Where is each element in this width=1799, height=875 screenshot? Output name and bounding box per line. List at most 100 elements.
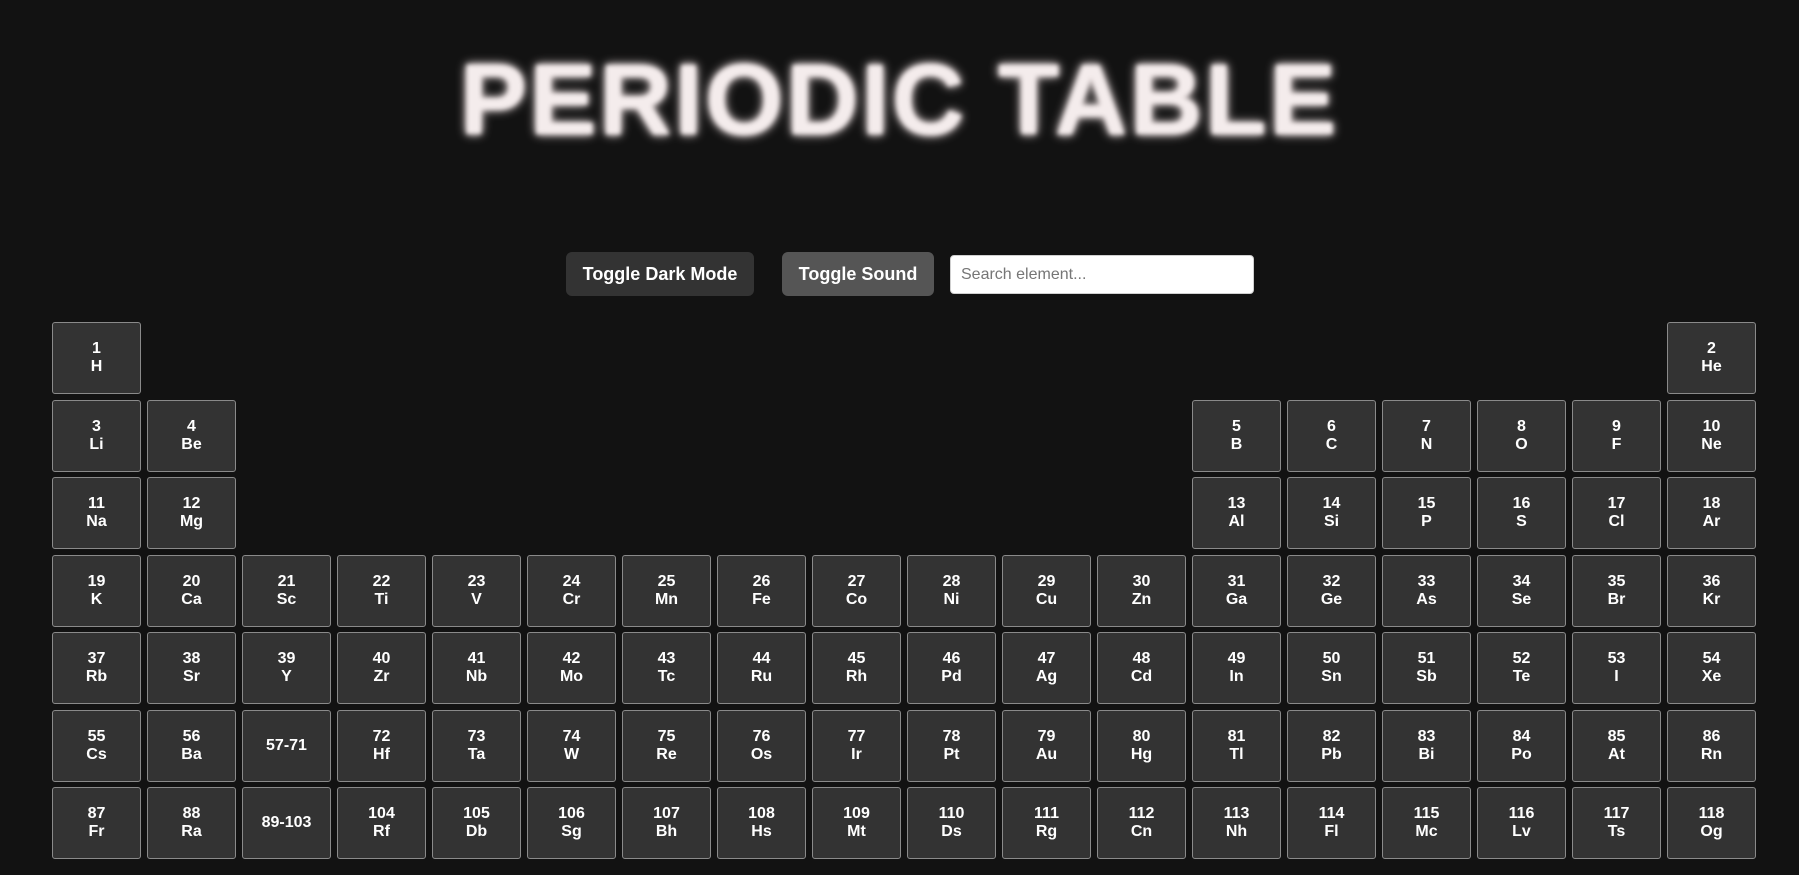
element-cell[interactable]: 82 Pb xyxy=(1287,709,1376,782)
element-cell[interactable]: 14 Si xyxy=(1287,477,1376,549)
element-cell[interactable]: 12 Mg xyxy=(147,477,236,549)
element-cell[interactable]: 18 Ar xyxy=(1667,477,1756,549)
element-cell[interactable]: 54 Xe xyxy=(1667,632,1756,704)
element-cell[interactable]: 78 Pt xyxy=(907,709,996,782)
element-cell[interactable]: 114 Fl xyxy=(1287,787,1376,859)
element-cell[interactable]: 109 Mt xyxy=(812,787,901,859)
element-cell[interactable]: 6C xyxy=(1287,399,1376,472)
element-cell[interactable]: 26 Fe xyxy=(717,554,806,627)
element-cell[interactable]: 7N xyxy=(1382,399,1471,472)
element-cell[interactable]: 105 Db xyxy=(432,787,521,859)
search-input[interactable] xyxy=(950,255,1254,294)
element-cell[interactable]: 43 Tc xyxy=(622,632,711,704)
element-cell[interactable]: 55 Cs xyxy=(52,709,141,782)
element-cell[interactable]: 84 Po xyxy=(1477,709,1566,782)
element-cell[interactable]: 24 Cr xyxy=(527,554,616,627)
element-cell[interactable]: 75 Re xyxy=(622,709,711,782)
element-cell[interactable]: 46 Pd xyxy=(907,632,996,704)
element-cell[interactable]: 117 Ts xyxy=(1572,787,1661,859)
element-number: 104 xyxy=(368,805,395,822)
element-cell[interactable]: 80 Hg xyxy=(1097,709,1186,782)
element-cell[interactable]: 27 Co xyxy=(812,554,901,627)
element-cell[interactable]: 89-103 xyxy=(242,787,331,859)
element-cell[interactable]: 81 Tl xyxy=(1192,709,1281,782)
element-cell[interactable]: 112 Cn xyxy=(1097,787,1186,859)
element-cell[interactable]: 48 Cd xyxy=(1097,632,1186,704)
element-cell[interactable]: 106 Sg xyxy=(527,787,616,859)
element-cell[interactable]: 53 I xyxy=(1572,632,1661,704)
element-cell[interactable]: 29 Cu xyxy=(1002,554,1091,627)
element-cell[interactable]: 39 Y xyxy=(242,632,331,704)
element-symbol: V xyxy=(471,590,482,608)
element-cell[interactable]: 72 Hf xyxy=(337,709,426,782)
element-cell[interactable]: 42 Mo xyxy=(527,632,616,704)
element-cell[interactable]: 2 He xyxy=(1667,322,1756,394)
element-cell[interactable]: 32 Ge xyxy=(1287,554,1376,627)
element-cell[interactable]: 23 V xyxy=(432,554,521,627)
element-cell[interactable]: 118 Og xyxy=(1667,787,1756,859)
element-cell[interactable]: 4 Be xyxy=(147,399,236,472)
element-symbol: Sn xyxy=(1321,668,1342,685)
element-cell[interactable]: 3 Li xyxy=(52,399,141,472)
element-cell[interactable]: 40 Zr xyxy=(337,632,426,704)
element-cell[interactable]: 111 Rg xyxy=(1002,787,1091,859)
element-cell[interactable]: 83 Bi xyxy=(1382,709,1471,782)
element-cell[interactable]: 9F xyxy=(1572,399,1661,472)
element-cell[interactable]: 21 Sc xyxy=(242,554,331,627)
element-cell[interactable]: 107 Bh xyxy=(622,787,711,859)
element-symbol: Re xyxy=(656,745,677,763)
element-cell[interactable]: 1H xyxy=(52,322,141,394)
element-cell[interactable]: 50 Sn xyxy=(1287,632,1376,704)
element-cell[interactable]: 88 Ra xyxy=(147,787,236,859)
element-cell[interactable]: 10 Ne xyxy=(1667,399,1756,472)
element-cell[interactable]: 5B xyxy=(1192,399,1281,472)
element-number: 80 xyxy=(1132,727,1151,745)
element-number: 107 xyxy=(653,805,680,822)
element-cell[interactable]: 87 Fr xyxy=(52,787,141,859)
element-cell[interactable]: 56 Ba xyxy=(147,709,236,782)
element-cell[interactable]: 77 Ir xyxy=(812,709,901,782)
element-cell[interactable]: 116 Lv xyxy=(1477,787,1566,859)
element-cell[interactable]: 19 K xyxy=(52,554,141,627)
element-cell[interactable]: 113 Nh xyxy=(1192,787,1281,859)
element-cell[interactable]: 38 Sr xyxy=(147,632,236,704)
element-cell[interactable]: 11 Na xyxy=(52,477,141,549)
element-cell[interactable]: 28 Ni xyxy=(907,554,996,627)
element-cell[interactable]: 115 Mc xyxy=(1382,787,1471,859)
element-cell[interactable]: 104 Rf xyxy=(337,787,426,859)
element-cell[interactable]: 52 Te xyxy=(1477,632,1566,704)
element-cell[interactable]: 51 Sb xyxy=(1382,632,1471,704)
element-cell[interactable]: 85 At xyxy=(1572,709,1661,782)
element-cell[interactable]: 110 Ds xyxy=(907,787,996,859)
element-symbol: H xyxy=(90,358,103,375)
element-cell[interactable]: 35 Br xyxy=(1572,554,1661,627)
element-cell[interactable]: 108 Hs xyxy=(717,787,806,859)
toggle-dark-mode-button[interactable]: Toggle Dark Mode xyxy=(566,252,754,296)
element-cell[interactable]: 16 S xyxy=(1477,477,1566,549)
element-cell[interactable]: 22 Ti xyxy=(337,554,426,627)
element-cell[interactable]: 31 Ga xyxy=(1192,554,1281,627)
toggle-sound-button[interactable]: Toggle Sound xyxy=(782,252,934,296)
element-cell[interactable]: 76 Os xyxy=(717,709,806,782)
element-cell[interactable]: 17 Cl xyxy=(1572,477,1661,549)
element-cell[interactable]: 20 Ca xyxy=(147,554,236,627)
element-cell[interactable]: 57-71 xyxy=(242,709,331,782)
element-cell[interactable]: 13 Al xyxy=(1192,477,1281,549)
element-cell[interactable]: 45 Rh xyxy=(812,632,901,704)
element-cell[interactable]: 73 Ta xyxy=(432,709,521,782)
element-cell[interactable]: 34 Se xyxy=(1477,554,1566,627)
element-cell[interactable]: 36 Kr xyxy=(1667,554,1756,627)
element-cell[interactable]: 8O xyxy=(1477,399,1566,472)
element-cell[interactable]: 41 Nb xyxy=(432,632,521,704)
element-cell[interactable]: 15 P xyxy=(1382,477,1471,549)
element-cell[interactable]: 86 Rn xyxy=(1667,709,1756,782)
element-cell[interactable]: 37 Rb xyxy=(52,632,141,704)
element-cell[interactable]: 49 In xyxy=(1192,632,1281,704)
element-cell[interactable]: 33 As xyxy=(1382,554,1471,627)
element-cell[interactable]: 25 Mn xyxy=(622,554,711,627)
element-cell[interactable]: 79 Au xyxy=(1002,709,1091,782)
element-cell[interactable]: 47 Ag xyxy=(1002,632,1091,704)
element-cell[interactable]: 74 W xyxy=(527,709,616,782)
element-cell[interactable]: 30 Zn xyxy=(1097,554,1186,627)
element-cell[interactable]: 44 Ru xyxy=(717,632,806,704)
